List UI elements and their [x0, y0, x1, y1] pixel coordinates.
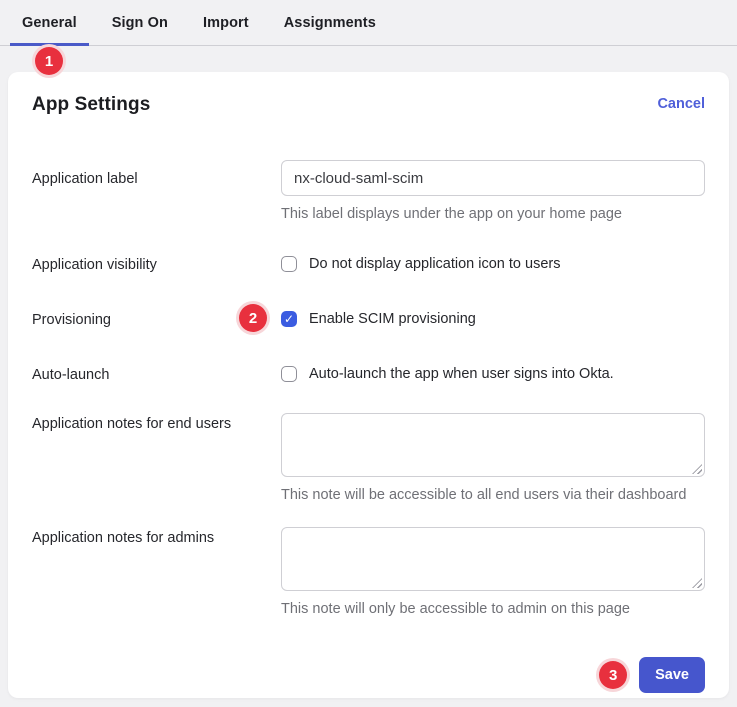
notes-end-users-field-label: Application notes for end users	[32, 413, 281, 434]
application-visibility-field-label: Application visibility	[32, 254, 281, 275]
card-header: App Settings Cancel	[32, 94, 705, 124]
notes-end-users-textarea[interactable]	[281, 413, 705, 477]
application-visibility-checkbox-line: ✓ Do not display application icon to use…	[281, 254, 705, 274]
tab-import-label: Import	[203, 15, 249, 31]
cancel-link[interactable]: Cancel	[657, 96, 705, 112]
auto-launch-checkbox-label: Auto-launch the app when user signs into…	[309, 364, 614, 384]
tab-sign-on-label: Sign On	[112, 15, 168, 31]
annotation-step-3-badge: 3	[599, 661, 627, 689]
notes-admins-helper-text: This note will only be accessible to adm…	[281, 599, 705, 619]
scim-provisioning-checkbox[interactable]: ✓	[281, 311, 297, 327]
application-label-row: Application label This label displays un…	[32, 160, 705, 224]
tab-assignments-label: Assignments	[284, 15, 376, 31]
provisioning-row: Provisioning 2 ✓ Enable SCIM provisionin…	[32, 309, 705, 330]
notes-end-users-row: Application notes for end users This not…	[32, 413, 705, 505]
notes-admins-field-label: Application notes for admins	[32, 527, 281, 548]
auto-launch-checkbox[interactable]: ✓	[281, 366, 297, 382]
page-title: App Settings	[32, 94, 150, 116]
app-settings-card: App Settings Cancel Application label Th…	[8, 72, 729, 698]
application-visibility-row: Application visibility ✓ Do not display …	[32, 254, 705, 275]
tab-bar: General Sign On Import Assignments	[0, 0, 737, 46]
scim-provisioning-checkbox-label: Enable SCIM provisioning	[309, 309, 476, 329]
card-footer: 3 Save	[32, 657, 705, 693]
application-visibility-checkbox[interactable]: ✓	[281, 256, 297, 272]
auto-launch-field-label: Auto-launch	[32, 364, 281, 385]
active-tab-indicator	[10, 43, 89, 46]
notes-admins-row: Application notes for admins This note w…	[32, 527, 705, 619]
tab-sign-on[interactable]: Sign On	[100, 0, 180, 45]
tab-general-label: General	[22, 15, 77, 31]
auto-launch-row: Auto-launch ✓ Auto-launch the app when u…	[32, 364, 705, 385]
tab-import[interactable]: Import	[191, 0, 261, 45]
checkmark-icon: ✓	[284, 313, 294, 325]
annotation-step-2-badge: 2	[239, 304, 267, 332]
tab-assignments[interactable]: Assignments	[272, 0, 388, 45]
application-label-input[interactable]	[281, 160, 705, 196]
notes-admins-textarea[interactable]	[281, 527, 705, 591]
save-button[interactable]: Save	[639, 657, 705, 693]
notes-end-users-helper-text: This note will be accessible to all end …	[281, 485, 705, 505]
auto-launch-checkbox-line: ✓ Auto-launch the app when user signs in…	[281, 364, 705, 384]
application-label-field-label: Application label	[32, 160, 281, 189]
application-visibility-checkbox-label: Do not display application icon to users	[309, 254, 560, 274]
provisioning-checkbox-line: ✓ Enable SCIM provisioning	[281, 309, 705, 329]
annotation-step-1-badge: 1	[35, 47, 63, 75]
tab-general[interactable]: General	[10, 0, 89, 45]
application-label-helper-text: This label displays under the app on you…	[281, 204, 705, 224]
